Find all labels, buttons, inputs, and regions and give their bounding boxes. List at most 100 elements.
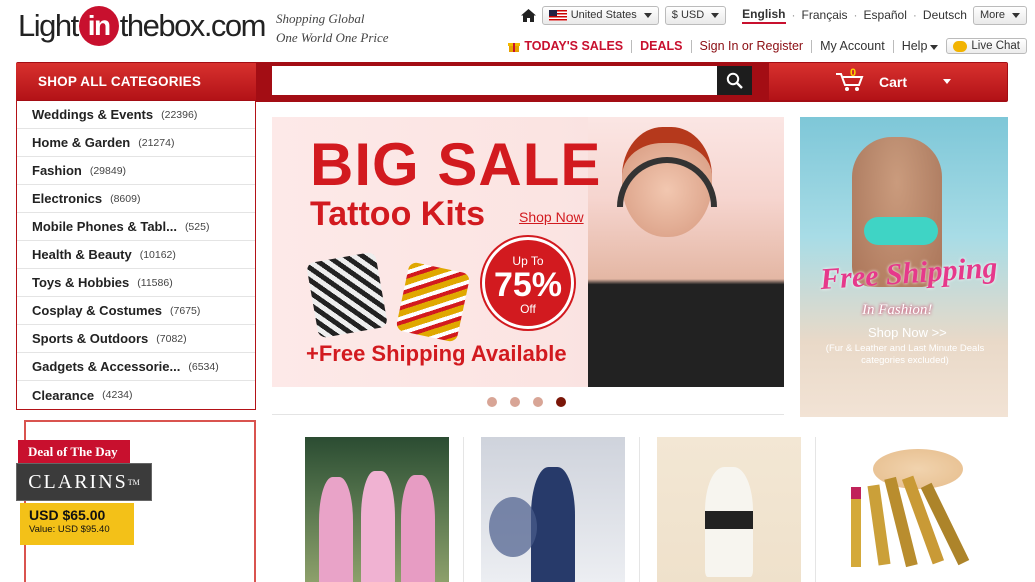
live-chat-label: Live Chat	[971, 40, 1020, 52]
category-item[interactable]: Clearance (4234)	[17, 381, 255, 409]
category-item[interactable]: Sports & Outdoors (7082)	[17, 325, 255, 353]
tattoo-machine-image	[395, 261, 471, 343]
nav-divider	[690, 39, 692, 53]
category-name: Mobile Phones & Tabl...	[32, 219, 177, 234]
nav-divider	[631, 39, 633, 53]
category-item[interactable]: Gadgets & Accessorie... (6534)	[17, 353, 255, 381]
banner-free-shipping: +Free Shipping Available	[306, 341, 567, 366]
chevron-down-icon	[711, 12, 720, 18]
carousel-dot-active[interactable]	[556, 397, 566, 407]
currency-selector[interactable]: $ USD	[664, 5, 727, 25]
deal-price: USD $65.00	[29, 507, 106, 523]
tattoo-machine-image	[305, 251, 389, 339]
separator-dot: ·	[912, 8, 917, 22]
site-logo[interactable]: Light in thebox .com	[18, 6, 267, 46]
category-name: Weddings & Events	[32, 107, 154, 122]
help-menu[interactable]: Help	[902, 39, 939, 53]
category-count: (29849)	[89, 164, 127, 177]
bikini-image	[864, 217, 938, 245]
category-count: (22396)	[161, 108, 198, 121]
todays-sales-link[interactable]: TODAY'S SALES	[524, 39, 623, 53]
category-item[interactable]: Mobile Phones & Tabl... (525)	[17, 213, 255, 241]
category-count: (7675)	[170, 304, 201, 317]
category-item[interactable]: Toys & Hobbies (11586)	[17, 269, 255, 297]
sign-in-link[interactable]: Sign In or Register	[700, 39, 804, 53]
category-item[interactable]: Cosplay & Costumes (7675)	[17, 297, 255, 325]
category-name: Electronics	[32, 191, 103, 206]
live-chat-button[interactable]: Live Chat	[946, 38, 1027, 54]
cart-count: 0	[850, 67, 857, 79]
product-divider	[815, 437, 816, 582]
carousel-dot[interactable]	[510, 397, 520, 407]
promo-shop-now-link[interactable]: Shop Now >>	[868, 325, 947, 340]
category-count: (11586)	[137, 276, 173, 289]
carousel-dots	[487, 397, 566, 407]
product-thumbnail-bridesmaids[interactable]	[305, 437, 449, 582]
country-label: United States	[570, 9, 637, 21]
slogan-line-1: Shopping Global	[276, 11, 365, 26]
category-name: Toys & Hobbies	[32, 275, 130, 290]
category-count: (21274)	[138, 136, 175, 149]
chevron-down-icon	[930, 45, 939, 50]
category-count: (10162)	[139, 248, 176, 261]
chevron-down-icon	[643, 12, 652, 18]
side-promo-banner[interactable]: Free Shipping In Fashion! Shop Now >> (F…	[800, 117, 1008, 417]
banner-shop-now-link[interactable]: Shop Now	[519, 209, 584, 225]
category-item[interactable]: Home & Garden (21274)	[17, 129, 255, 157]
category-item[interactable]: Electronics (8609)	[17, 185, 255, 213]
divider	[272, 414, 784, 415]
main-nav: TODAY'S SALES DEALS Sign In or Register …	[508, 36, 1027, 56]
carousel-dot[interactable]	[487, 397, 497, 407]
shop-all-categories-button[interactable]: SHOP ALL CATEGORIES	[16, 63, 256, 100]
us-flag-icon	[548, 9, 567, 21]
product-thumbnail-makeup-brushes[interactable]	[833, 437, 977, 582]
deal-of-day-tag: Deal of The Day	[18, 440, 130, 464]
separator-dot: ·	[791, 8, 796, 22]
category-item[interactable]: Weddings & Events (22396)	[17, 101, 255, 129]
category-name: Cosplay & Costumes	[32, 303, 163, 318]
top-utility-bar: United States $ USD English · Français ·…	[514, 4, 1027, 26]
discount-percent: 75%	[493, 266, 563, 304]
home-icon[interactable]	[520, 8, 536, 22]
language-german[interactable]: Deutsch	[923, 8, 967, 22]
category-name: Health & Beauty	[32, 247, 132, 262]
brand-name: CLARINS	[28, 470, 128, 493]
logo-text-thebox: thebox	[119, 8, 206, 43]
help-label: Help	[901, 39, 928, 53]
country-selector[interactable]: United States	[541, 5, 659, 25]
category-name: Home & Garden	[32, 135, 131, 150]
more-languages-button[interactable]: More	[972, 5, 1027, 25]
product-thumbnail-evening-gown[interactable]	[481, 437, 625, 582]
category-list: Weddings & Events (22396) Home & Garden (21…	[16, 101, 256, 410]
cart-button[interactable]: 0 Cart	[769, 63, 1007, 100]
category-count: (8609)	[110, 192, 141, 205]
nav-divider	[811, 39, 813, 53]
language-french[interactable]: Français	[802, 8, 848, 22]
promo-note: (Fur & Leather and Last Minute Deals cat…	[825, 343, 985, 366]
cart-label: Cart	[879, 73, 908, 90]
category-item[interactable]: Fashion (29849)	[17, 157, 255, 185]
search-input[interactable]	[272, 66, 717, 95]
banner-subheadline: Tattoo Kits	[310, 195, 486, 233]
search-button[interactable]	[717, 66, 752, 95]
category-name: Gadgets & Accessorie...	[32, 359, 181, 374]
search-icon	[726, 72, 743, 89]
product-divider	[463, 437, 464, 582]
carousel-dot[interactable]	[533, 397, 543, 407]
separator-dot: ·	[853, 8, 858, 22]
category-name: Clearance	[32, 387, 95, 403]
product-thumbnail-white-dress[interactable]	[657, 437, 801, 582]
deals-link[interactable]: DEALS	[640, 39, 682, 53]
banner-headline: BIG SALE	[310, 131, 602, 198]
my-account-link[interactable]: My Account	[820, 39, 885, 53]
hero-banner[interactable]: BIG SALE Tattoo Kits Shop Now Up To 75% …	[272, 117, 784, 387]
category-count: (525)	[184, 220, 210, 233]
currency-label: $ USD	[671, 9, 705, 21]
nav-divider	[892, 39, 894, 53]
gift-icon	[508, 43, 521, 52]
logo-text-com: .com	[203, 8, 267, 43]
category-item[interactable]: Health & Beauty (10162)	[17, 241, 255, 269]
language-spanish[interactable]: Español	[864, 8, 907, 22]
slogan: Shopping Global One World One Price	[276, 9, 389, 47]
language-english[interactable]: English	[742, 7, 786, 24]
